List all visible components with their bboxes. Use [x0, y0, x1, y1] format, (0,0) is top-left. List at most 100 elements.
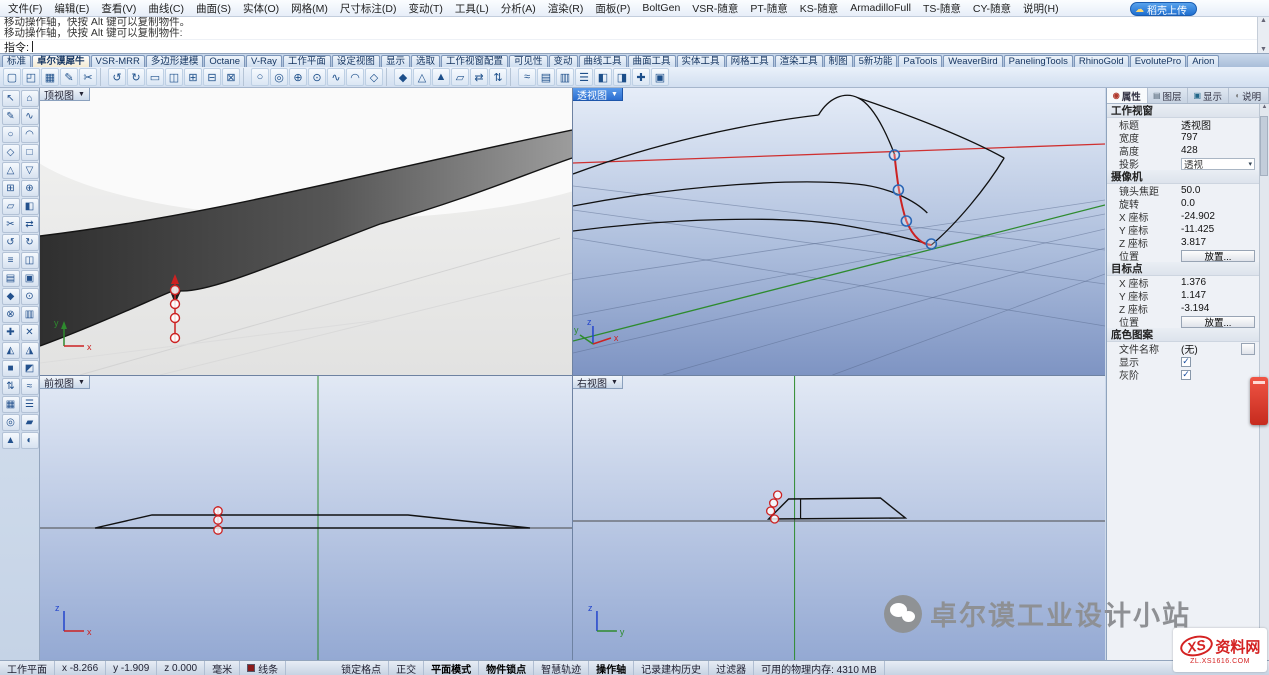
menu-item[interactable]: 曲线(C) — [142, 0, 190, 16]
menu-item[interactable]: ArmadilloFull — [844, 0, 917, 16]
sidebar-tool-icon[interactable]: ⊞ — [2, 180, 20, 197]
status-item[interactable]: 毫米 — [205, 661, 240, 675]
status-item[interactable]: 记录建构历史 — [634, 661, 709, 675]
sidebar-tool-icon[interactable]: ▦ — [2, 396, 20, 413]
status-item[interactable]: 线条 — [240, 661, 286, 675]
toolbar-icon[interactable]: ◇ — [365, 68, 383, 86]
sidebar-tool-icon[interactable]: ◩ — [21, 360, 39, 377]
front-viewport-canvas[interactable]: z x — [40, 376, 572, 660]
panel-row-value[interactable]: -3.194 — [1181, 303, 1255, 314]
floating-badge[interactable] — [1250, 377, 1268, 425]
sidebar-tool-icon[interactable]: ▱ — [2, 198, 20, 215]
sidebar-tool-icon[interactable]: ⌂ — [21, 90, 39, 107]
viewport-perspective[interactable]: z x y 透视图 ▼ — [573, 88, 1105, 375]
scroll-up-icon[interactable]: ▲ — [1262, 104, 1268, 110]
toolbar-tab[interactable]: Arion — [1187, 55, 1219, 67]
sidebar-tool-icon[interactable]: ■ — [2, 360, 20, 377]
control-point[interactable] — [171, 314, 180, 323]
toolbar-icon[interactable]: ◎ — [270, 68, 288, 86]
toolbar-tab[interactable]: 制图 — [824, 55, 853, 67]
sidebar-tool-icon[interactable]: ✎ — [2, 108, 20, 125]
sidebar-tool-icon[interactable]: ◧ — [21, 198, 39, 215]
toolbar-icon[interactable]: ○ — [251, 68, 269, 86]
sidebar-tool-icon[interactable]: ⊕ — [21, 180, 39, 197]
toolbar-icon[interactable]: ▦ — [41, 68, 59, 86]
panel-row-value[interactable]: 透视图 — [1181, 117, 1255, 132]
sidebar-tool-icon[interactable]: ▽ — [21, 162, 39, 179]
menu-item[interactable]: PT-随意 — [744, 0, 793, 16]
sidebar-tool-icon[interactable]: ✚ — [2, 324, 20, 341]
sidebar-tool-icon[interactable]: ✕ — [21, 324, 39, 341]
status-item[interactable]: 锁定格点 — [334, 661, 389, 675]
toolbar-icon[interactable]: ▱ — [451, 68, 469, 86]
toolbar-tab[interactable]: 工作视窗配置 — [441, 55, 508, 67]
toolbar-icon[interactable]: ⊙ — [308, 68, 326, 86]
panel-row-value[interactable]: 1.147 — [1181, 290, 1255, 301]
menu-item[interactable]: 说明(H) — [1017, 0, 1065, 16]
toolbar-icon[interactable]: ▭ — [146, 68, 164, 86]
menu-item[interactable]: 渲染(R) — [542, 0, 590, 16]
toolbar-icon[interactable]: ▢ — [3, 68, 21, 86]
toolbar-tab[interactable]: PanelingTools — [1004, 55, 1073, 67]
sidebar-tool-icon[interactable]: ▲ — [2, 432, 20, 449]
viewport-title-front[interactable]: 前视图 ▼ — [40, 376, 90, 389]
toolbar-tab[interactable]: 可见性 — [509, 55, 548, 67]
toolbar-icon[interactable]: ◧ — [594, 68, 612, 86]
sidebar-tool-icon[interactable]: ◇ — [2, 144, 20, 161]
command-scrollbar[interactable]: ▲ ▼ — [1257, 17, 1269, 53]
menu-item[interactable]: 查看(V) — [95, 0, 142, 16]
menu-item[interactable]: KS-随意 — [794, 0, 845, 16]
sidebar-tool-icon[interactable]: ◭ — [2, 342, 20, 359]
panel-row-value[interactable]: -24.902 — [1181, 211, 1255, 222]
panel-row-value[interactable]: 428 — [1181, 145, 1255, 156]
viewport-top[interactable]: y x 顶视图 ▼ — [40, 88, 572, 375]
sidebar-tool-icon[interactable]: ⇄ — [21, 216, 39, 233]
toolbar-icon[interactable]: ⊕ — [289, 68, 307, 86]
curve-control-points[interactable] — [214, 507, 222, 534]
toolbar-tab[interactable]: V-Ray — [246, 55, 282, 67]
menu-item[interactable]: 尺寸标注(D) — [334, 0, 403, 16]
toolbar-icon[interactable]: ✂ — [79, 68, 97, 86]
sidebar-tool-icon[interactable]: ⇅ — [2, 378, 20, 395]
projection-dropdown[interactable]: 透视▾ — [1181, 158, 1255, 170]
sidebar-tool-icon[interactable]: ⊗ — [2, 306, 20, 323]
menu-item[interactable]: VSR-随意 — [686, 0, 744, 16]
sidebar-tool-icon[interactable]: ↖ — [2, 90, 20, 107]
browse-button[interactable] — [1241, 343, 1255, 355]
toolbar-tab[interactable]: 网格工具 — [726, 55, 774, 67]
menu-item[interactable]: 实体(O) — [237, 0, 285, 16]
panel-row-value[interactable]: 50.0 — [1181, 185, 1255, 196]
menu-item[interactable]: 分析(A) — [495, 0, 542, 16]
command-input[interactable]: 指令: — [0, 39, 1269, 53]
toolbar-tab[interactable]: 选取 — [411, 55, 440, 67]
sidebar-tool-icon[interactable]: ◫ — [21, 252, 39, 269]
sidebar-tool-icon[interactable]: ▰ — [21, 414, 39, 431]
toolbar-icon[interactable]: ∿ — [327, 68, 345, 86]
viewport-menu-icon[interactable]: ▼ — [78, 379, 85, 386]
panel-row-value[interactable]: 797 — [1181, 132, 1255, 143]
viewport-front[interactable]: z x 前视图 ▼ — [40, 376, 572, 660]
panel-row-value[interactable]: 3.817 — [1181, 237, 1255, 248]
toolbar-tab[interactable]: 工作平面 — [283, 55, 331, 67]
toolbar-tab[interactable]: VSR-MRR — [91, 55, 145, 67]
toolbar-tab[interactable]: 渲染工具 — [775, 55, 823, 67]
menu-item[interactable]: 面板(P) — [589, 0, 636, 16]
scrollbar-thumb[interactable] — [1260, 116, 1268, 176]
toolbar-icon[interactable]: ◨ — [613, 68, 631, 86]
status-item[interactable]: 过滤器 — [709, 661, 754, 675]
place-button[interactable]: 放置... — [1181, 250, 1255, 262]
control-point[interactable] — [171, 286, 180, 295]
status-item[interactable]: 操作轴 — [589, 661, 634, 675]
toolbar-tab[interactable]: 多边形建模 — [146, 55, 204, 67]
status-item[interactable]: 正交 — [389, 661, 424, 675]
toolbar-icon[interactable]: ▤ — [537, 68, 555, 86]
panel-tab-属性[interactable]: ◉属性 — [1107, 88, 1148, 103]
panel-tab-说明[interactable]: ◐说明 — [1229, 88, 1269, 103]
toolbar-tab[interactable]: WeaverBird — [943, 55, 1002, 67]
toolbar-tab[interactable]: 曲面工具 — [628, 55, 676, 67]
sidebar-tool-icon[interactable]: ↻ — [21, 234, 39, 251]
sidebar-tool-icon[interactable]: ○ — [2, 126, 20, 143]
scroll-down-icon[interactable]: ▼ — [1260, 46, 1267, 53]
viewport-menu-icon[interactable]: ▼ — [611, 379, 618, 386]
sidebar-tool-icon[interactable]: ∿ — [21, 108, 39, 125]
